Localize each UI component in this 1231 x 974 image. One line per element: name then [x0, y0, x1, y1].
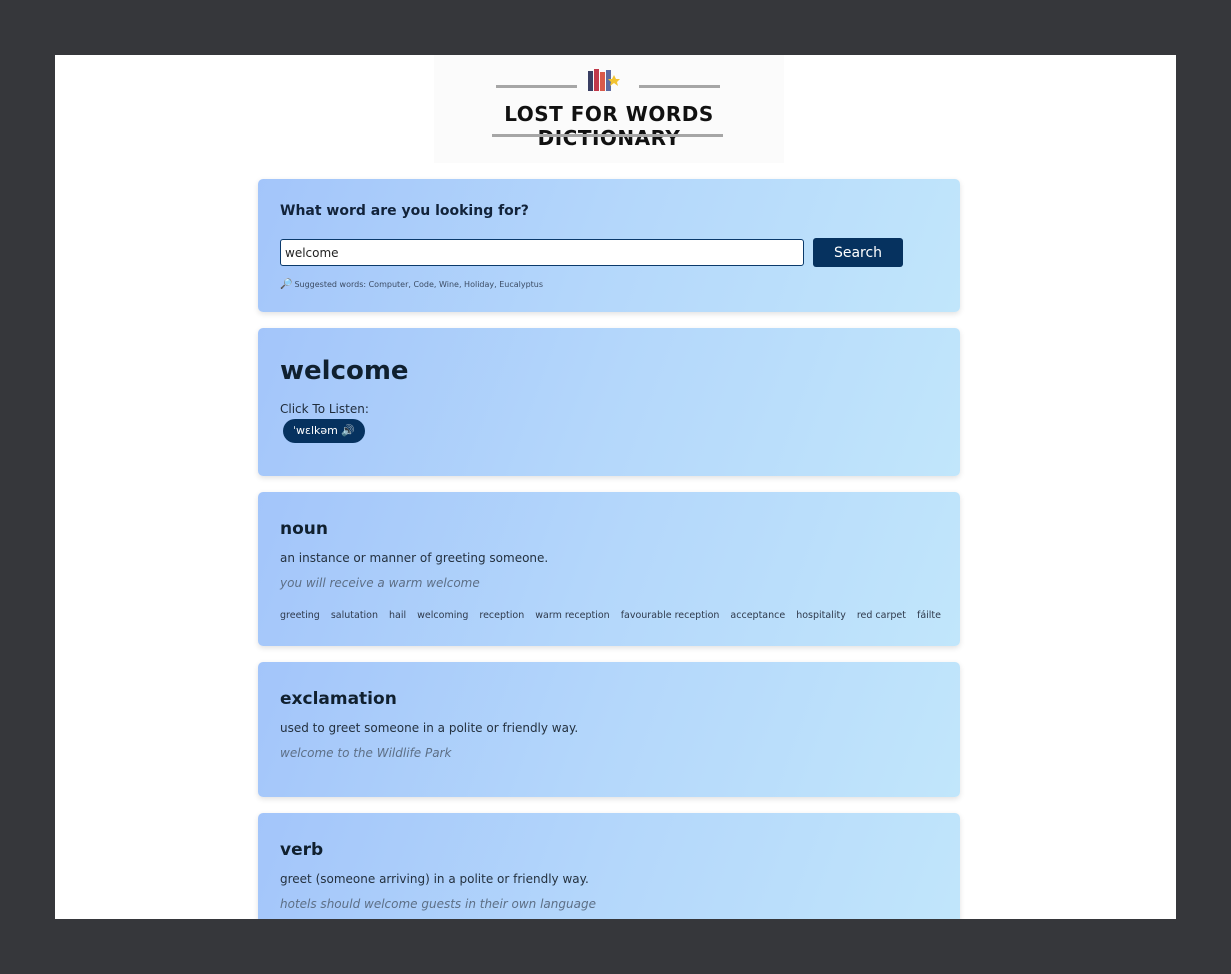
synonym-list: greeting salutation hail welcoming reception…	[280, 610, 952, 621]
suggested-words-text: Suggested words: Computer, Code, Wine, H…	[294, 280, 544, 289]
synonym[interactable]: welcoming	[417, 610, 468, 621]
synonym[interactable]: hospitality	[796, 610, 846, 621]
part-of-speech: noun	[280, 519, 328, 539]
logo-rule-right	[639, 85, 720, 88]
headword-card: welcome Click To Listen: ˈwɛlkəm 🔊	[258, 328, 960, 476]
search-card: What word are you looking for? Search 🔎S…	[258, 179, 960, 312]
pronunciation-button[interactable]: ˈwɛlkəm 🔊	[283, 419, 366, 443]
key-icon: 🔎	[280, 279, 293, 290]
synonym[interactable]: fáilte	[917, 610, 941, 621]
site-logo[interactable]: LOST FOR WORDS DICTIONARY	[434, 55, 784, 163]
synonym[interactable]: red carpet	[857, 610, 906, 621]
synonym[interactable]: greeting	[280, 610, 320, 621]
search-input[interactable]	[280, 239, 804, 266]
suggested-words: 🔎 Suggested words: Computer, Code, Wine, …	[280, 279, 543, 290]
synonym[interactable]: hail	[389, 610, 406, 621]
synonym[interactable]: favourable reception	[621, 610, 720, 621]
logo-title: LOST FOR WORDS DICTIONARY	[504, 102, 714, 150]
example: hotels should welcome guests in their ow…	[280, 897, 596, 911]
meaning-card-exclamation: exclamation used to greet someone in a p…	[258, 662, 960, 797]
synonym[interactable]: salutation	[331, 610, 378, 621]
part-of-speech: exclamation	[280, 689, 397, 709]
part-of-speech: verb	[280, 840, 324, 860]
listen-label: Click To Listen:	[280, 402, 369, 416]
search-prompt: What word are you looking for?	[280, 203, 529, 219]
page: LOST FOR WORDS DICTIONARY What word are …	[55, 55, 1176, 919]
synonym[interactable]: reception	[479, 610, 524, 621]
logo-rule-left	[496, 85, 577, 88]
definition: used to greet someone in a polite or fri…	[280, 721, 579, 735]
definition: an instance or manner of greeting someon…	[280, 551, 549, 565]
logo-rule-bottom	[492, 134, 723, 137]
search-button[interactable]: Search	[813, 238, 903, 267]
meaning-card-noun: noun an instance or manner of greeting s…	[258, 492, 960, 646]
synonym[interactable]: acceptance	[730, 610, 785, 621]
definition: greet (someone arriving) in a polite or …	[280, 872, 589, 886]
example: welcome to the Wildlife Park	[280, 746, 452, 760]
example: you will receive a warm welcome	[280, 576, 480, 590]
synonym[interactable]: warm reception	[535, 610, 609, 621]
books-icon	[588, 69, 620, 91]
meaning-card-verb: verb greet (someone arriving) in a polit…	[258, 813, 960, 919]
headword: welcome	[280, 356, 409, 386]
